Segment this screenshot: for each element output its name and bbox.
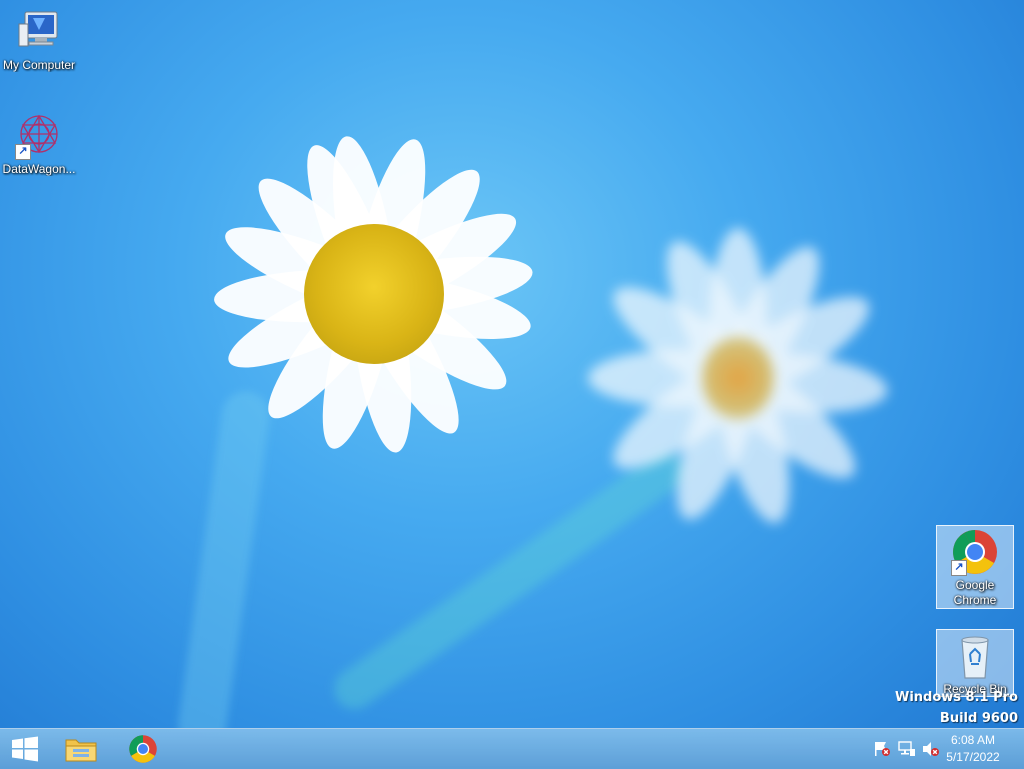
datawagon-icon: ↗	[15, 112, 63, 160]
desktop-icon-label: My Computer	[2, 58, 76, 72]
volume-tray-button[interactable]	[922, 741, 940, 757]
start-button[interactable]	[0, 729, 50, 769]
windows-logo-icon	[12, 736, 38, 762]
desktop-icon-label: DataWagon...	[2, 162, 76, 176]
clock-date: 5/17/2022	[946, 750, 1000, 764]
chrome-icon	[129, 735, 157, 763]
os-build-watermark: Build 9600	[940, 711, 1018, 726]
taskbar-clock[interactable]: 6:08 AM 5/17/2022	[942, 732, 1004, 766]
watermark-line-1: Windows 8.1 Pro	[895, 690, 1018, 705]
os-version-watermark: Windows 8.1 Pro	[895, 690, 1018, 705]
computer-icon	[15, 8, 63, 56]
network-icon	[898, 741, 915, 756]
clock-time: 6:08 AM	[950, 733, 996, 747]
taskbar: 6:08 AM 5/17/2022	[0, 728, 1024, 769]
flag-warning-icon	[875, 742, 890, 756]
shortcut-arrow-icon: ↗	[951, 560, 967, 576]
recycle-bin-icon	[951, 634, 999, 680]
desktop-background[interactable]: My Computer ↗ DataWagon... ↗ Google Chro…	[0, 0, 1024, 728]
taskbar-file-explorer-button[interactable]	[56, 729, 106, 769]
desktop-icon-my-computer[interactable]: My Computer	[0, 8, 78, 72]
taskbar-chrome-button[interactable]	[118, 729, 168, 769]
folder-icon	[65, 739, 97, 762]
desktop-icon-label: Google Chrome	[953, 578, 997, 607]
watermark-line-2: Build 9600	[939, 711, 1018, 726]
desktop-icon-google-chrome[interactable]: ↗ Google Chrome	[936, 525, 1014, 609]
volume-muted-icon	[923, 742, 939, 756]
network-tray-button[interactable]	[898, 741, 916, 757]
desktop-icon-datawagon[interactable]: ↗ DataWagon...	[0, 112, 78, 176]
desktop-icon-recycle-bin[interactable]: Recycle Bin	[936, 629, 1014, 697]
wallpaper-stem	[175, 388, 273, 728]
wallpaper-stem	[326, 443, 694, 717]
action-center-tray-button[interactable]	[873, 741, 891, 757]
shortcut-arrow-icon: ↗	[15, 144, 31, 160]
chrome-icon: ↗	[951, 528, 999, 576]
